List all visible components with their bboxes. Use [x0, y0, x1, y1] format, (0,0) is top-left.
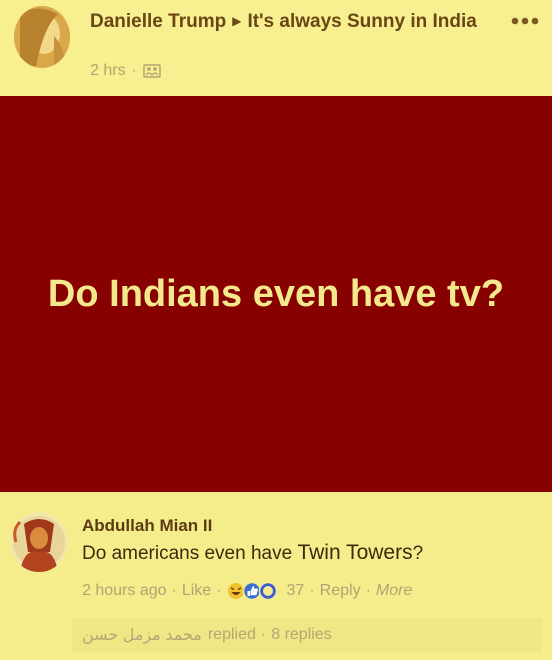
- reply-link[interactable]: Reply: [320, 582, 361, 600]
- comment-time[interactable]: 2 hours ago: [82, 582, 167, 600]
- commenter-avatar[interactable]: [10, 512, 68, 572]
- separator: ·: [309, 582, 315, 599]
- more-link[interactable]: More: [376, 582, 412, 600]
- comment-text-start: Do americans even have: [82, 543, 298, 564]
- author-avatar[interactable]: [14, 6, 70, 68]
- replied-label: replied: [207, 626, 256, 643]
- haha-reaction-icon: [226, 582, 245, 600]
- separator: ·: [216, 582, 222, 599]
- group-name[interactable]: It's always Sunny in India: [247, 11, 476, 32]
- separator: ·: [260, 626, 267, 643]
- post-header: Danielle Trump ▶ It's always Sunny in Indi…: [0, 0, 552, 96]
- right-triangle-icon: ▶: [232, 14, 242, 28]
- reaction-count[interactable]: 37: [287, 582, 305, 600]
- post-meta: 2 hrs ·: [90, 62, 161, 80]
- separator: ·: [365, 582, 371, 599]
- comment-text-highlight: Twin Towers: [297, 541, 413, 564]
- like-reaction-icon: [242, 581, 261, 601]
- replier-name: محمد مزمل حسن: [82, 627, 202, 644]
- post-time[interactable]: 2 hrs: [90, 62, 126, 80]
- post-banner-text: Do Indians even have tv?: [47, 273, 505, 315]
- separator: ·: [171, 582, 177, 599]
- replies-count: 8 replies: [271, 626, 332, 643]
- view-replies-bar[interactable]: محمد مزمل حسن replied · 8 replies: [72, 618, 542, 652]
- ellipsis-icon[interactable]: [510, 14, 540, 26]
- post-author-line: Danielle Trump ▶ It's always Sunny in Indi…: [90, 9, 480, 34]
- comment-text-end: ?: [412, 543, 424, 564]
- comment-section: Abdullah Mian II Do americans even have …: [0, 492, 552, 660]
- like-link[interactable]: Like: [182, 582, 211, 600]
- reactions-summary[interactable]: [226, 581, 281, 601]
- love-reaction-icon: [258, 581, 277, 601]
- post-text-banner: Do Indians even have tv?: [0, 96, 552, 492]
- friends-audience-icon[interactable]: [143, 64, 161, 78]
- comment-text: Do americans even have Twin Towers?: [82, 541, 423, 565]
- meta-separator: ·: [131, 62, 137, 79]
- commenter-name[interactable]: Abdullah Mian II: [82, 516, 212, 536]
- post-author-name[interactable]: Danielle Trump: [90, 11, 226, 32]
- comment-actions: 2 hours ago · Like · 37 · Reply · More: [82, 581, 412, 601]
